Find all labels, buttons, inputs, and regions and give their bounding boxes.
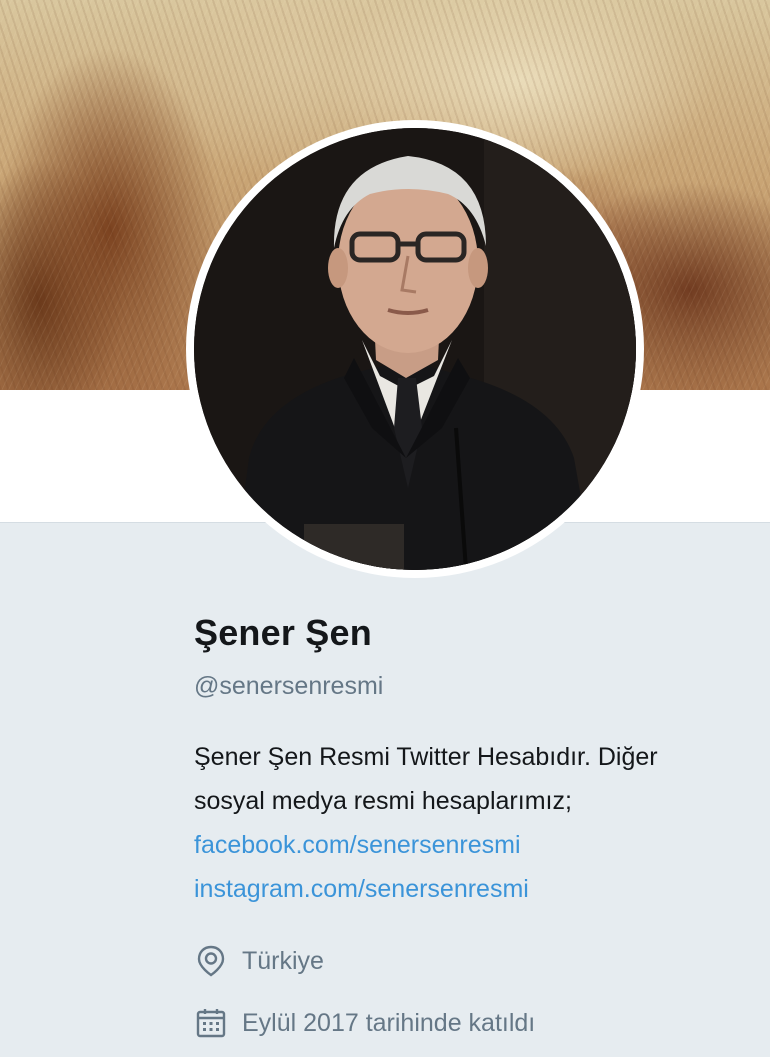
profile-name: Şener Şen: [194, 612, 372, 653]
calendar-icon: [194, 1006, 228, 1040]
location-text: Türkiye: [242, 946, 324, 975]
instagram-link[interactable]: instagram.com/senersenresmi: [194, 867, 764, 911]
profile-handle[interactable]: @senersenresmi: [194, 672, 383, 701]
avatar-portrait: [194, 128, 636, 570]
profile-joined-date: Eylül 2017 tarihinde katıldı: [194, 1006, 535, 1040]
location-pin-icon: [194, 944, 228, 978]
bio-line: sosyal medya resmi hesaplarımız;: [194, 787, 572, 815]
profile-location: Türkiye: [194, 944, 324, 978]
joined-text: Eylül 2017 tarihinde katıldı: [242, 1008, 536, 1037]
avatar[interactable]: [194, 128, 636, 570]
facebook-link[interactable]: facebook.com/senersenresmi: [194, 823, 764, 867]
profile-bio: Şener Şen Resmi Twitter Hesabıdır. Diğer…: [194, 735, 764, 911]
bio-line: Şener Şen Resmi Twitter Hesabıdır. Diğer: [194, 743, 658, 771]
